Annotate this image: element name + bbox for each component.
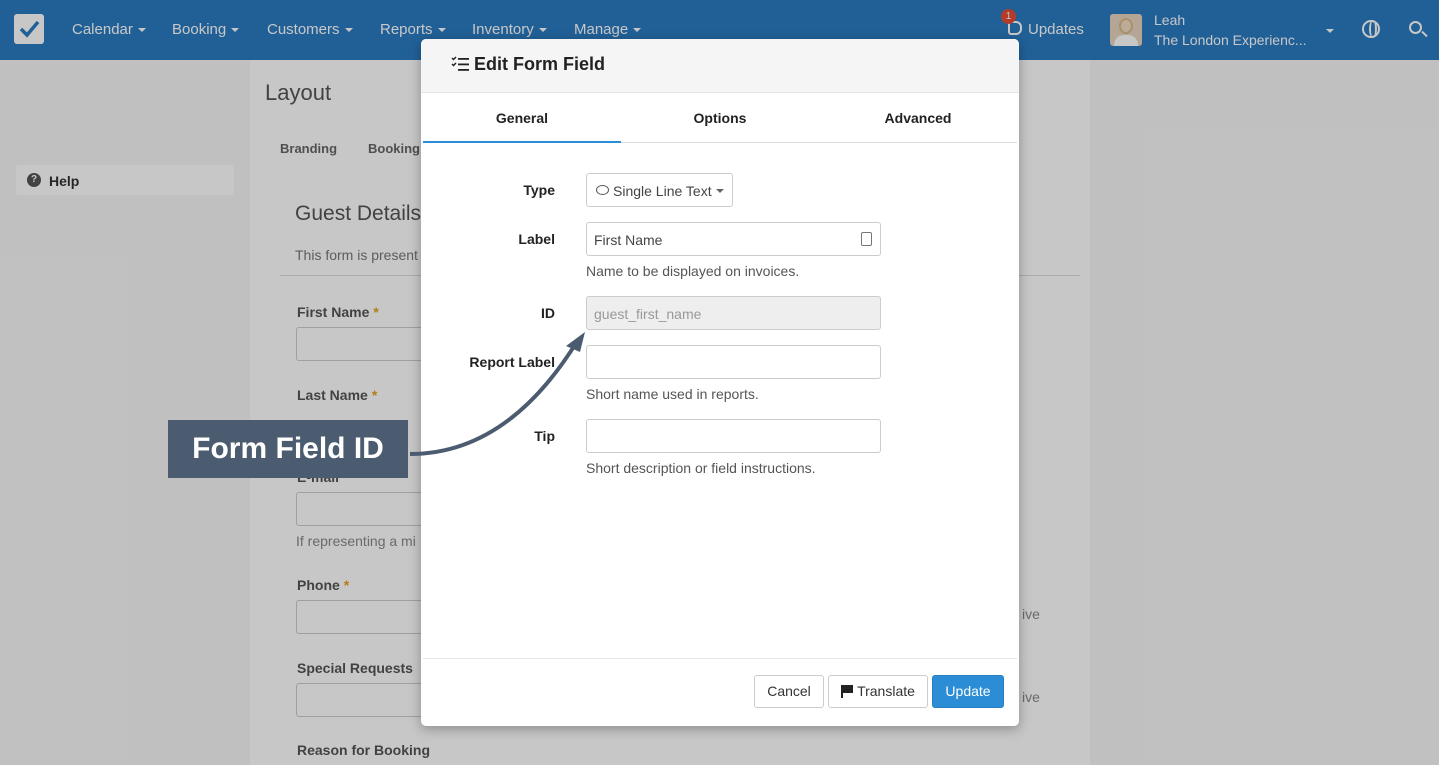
callout-arrow: [409, 332, 585, 456]
